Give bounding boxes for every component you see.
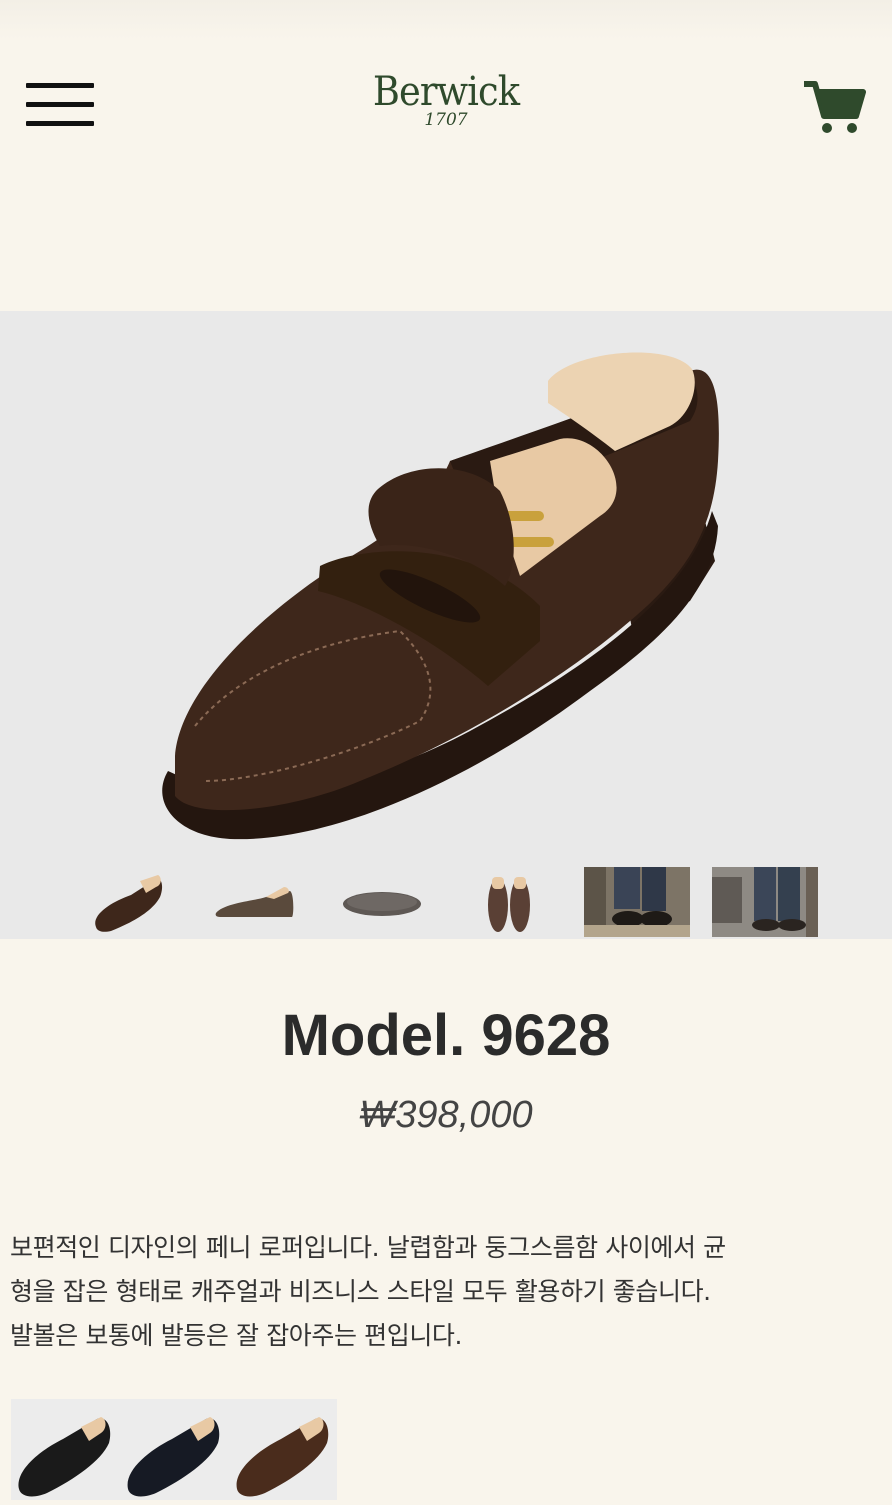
loafer-side-thumbnail[interactable] — [204, 867, 310, 937]
lifestyle-photo-thumbnail[interactable] — [712, 867, 818, 937]
brown-leather-loafer-swatch[interactable] — [229, 1405, 337, 1500]
product-price: ₩398,000 — [359, 1094, 533, 1136]
loafer-sole-thumbnail[interactable] — [332, 867, 438, 937]
product-title: Model. 9628 — [281, 1003, 611, 1068]
color-variant-strip — [11, 1399, 337, 1500]
site-header: Berwick 1707 — [0, 0, 892, 310]
thumbnail-strip — [0, 867, 892, 939]
product-gallery — [0, 311, 892, 939]
black-leather-loafer-swatch[interactable] — [11, 1405, 119, 1500]
brand-logo[interactable]: Berwick 1707 — [346, 72, 546, 130]
logo-name: Berwick — [372, 69, 520, 115]
lifestyle-photo-thumbnail[interactable] — [584, 867, 690, 937]
loafer-pair-top-thumbnail[interactable] — [460, 867, 566, 937]
shopping-cart-icon[interactable] — [802, 78, 866, 136]
loafer-angle-thumbnail[interactable] — [76, 867, 182, 937]
product-description: 보편적인 디자인의 페니 로퍼입니다. 날렵함과 둥그스름함 사이에서 균 형을… — [10, 1233, 726, 1350]
main-product-image[interactable] — [0, 311, 892, 867]
hamburger-menu-icon[interactable] — [26, 83, 94, 127]
navy-suede-loafer-swatch[interactable] — [120, 1405, 228, 1500]
